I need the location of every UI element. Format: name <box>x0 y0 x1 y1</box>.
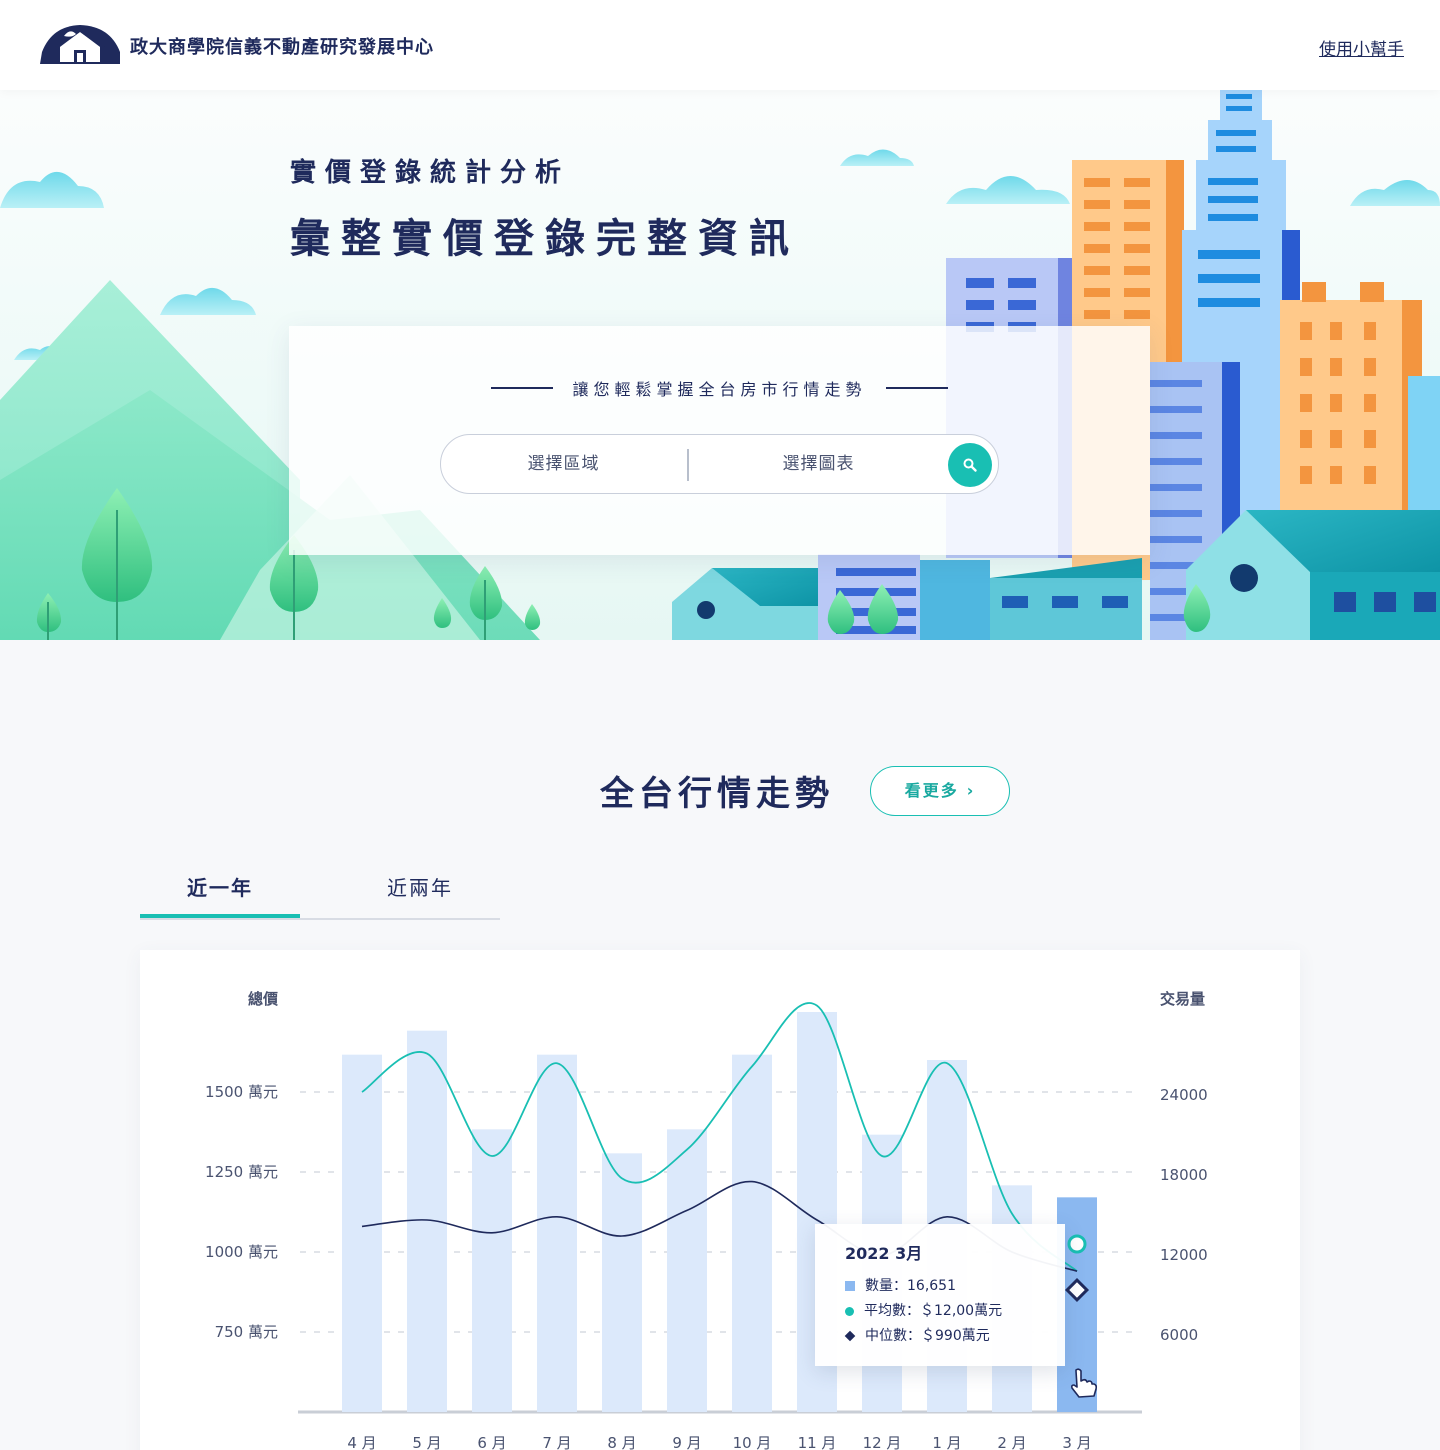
help-link[interactable]: 使用小幫手 <box>1319 35 1404 60</box>
left-tick-label: 1250 萬元 <box>205 1163 278 1181</box>
x-tick-label: 7 月 <box>542 1434 571 1450</box>
x-tick-label: 9 月 <box>672 1434 701 1450</box>
bar <box>602 1153 642 1412</box>
x-tick-label: 5 月 <box>412 1434 441 1450</box>
x-tick-label: 6 月 <box>477 1434 506 1450</box>
right-tick-label: 6000 <box>1160 1326 1198 1344</box>
search-bar: 選擇區域 選擇圖表 <box>440 434 999 494</box>
period-tabs: 近一年 近兩年 <box>140 860 500 920</box>
search-divider <box>687 449 689 481</box>
square-marker-icon <box>845 1281 855 1291</box>
tooltip-row-average: 平均數：＄12,00萬元 <box>845 1300 1002 1320</box>
right-tick-label: 12000 <box>1160 1246 1208 1264</box>
tab-past-year[interactable]: 近一年 <box>140 860 300 918</box>
tab-past-two-years[interactable]: 近兩年 <box>340 860 500 918</box>
x-tick-label: 11 月 <box>798 1434 837 1450</box>
tagline-row: 讓您輕鬆掌握全台房市行情走勢 <box>289 376 1150 400</box>
bar <box>472 1129 512 1412</box>
tagline-divider-left <box>491 387 554 389</box>
x-tick-label: 3 月 <box>1062 1434 1091 1450</box>
bar <box>732 1054 772 1412</box>
tooltip-row-median: 中位數：＄990萬元 <box>844 1325 990 1345</box>
hero-banner: 實價登錄統計分析 彙整實價登錄完整資訊 讓您輕鬆掌握全台房市行情走勢 選擇區域 … <box>0 90 1440 640</box>
tooltip-median-label: 中位數：＄990萬元 <box>865 1328 990 1344</box>
x-tick-label: 4 月 <box>347 1434 376 1450</box>
search-button[interactable] <box>948 443 992 487</box>
chart-select[interactable]: 選擇圖表 <box>691 435 946 493</box>
left-tick-label: 750 萬元 <box>215 1323 278 1341</box>
trend-chart: 總價 交易量 1500 萬元 24000 1250 萬元 18000 1000 萬元 1200… <box>205 990 1208 1450</box>
hero-title: 彙整實價登錄完整資訊 <box>290 216 800 262</box>
logo-icon[interactable] <box>40 22 120 66</box>
region-select[interactable]: 選擇區域 <box>441 435 686 493</box>
chevron-right-icon: › <box>966 781 976 800</box>
chart-card: 總價 交易量 1500 萬元 24000 1250 萬元 18000 1000 萬元 1200… <box>140 950 1300 1450</box>
tooltip-average-label: 平均數：＄12,00萬元 <box>864 1303 1003 1319</box>
right-tick-label: 24000 <box>1160 1086 1208 1104</box>
tagline-divider-right <box>885 387 948 389</box>
hand-cursor-icon <box>1070 1368 1098 1398</box>
section-title: 全台行情走勢 <box>600 774 834 814</box>
org-name: 政大商學院信義不動產研究發展中心 <box>130 37 434 58</box>
bar <box>342 1054 382 1412</box>
site-header: 政大商學院信義不動產研究發展中心 使用小幫手 <box>0 0 1440 90</box>
tagline: 讓您輕鬆掌握全台房市行情走勢 <box>572 380 867 399</box>
x-tick-label: 1 月 <box>932 1434 961 1450</box>
tooltip-row-count: 數量：16,651 <box>845 1275 956 1295</box>
average-point <box>1067 1234 1087 1254</box>
bar <box>667 1129 707 1412</box>
circle-marker-icon <box>845 1307 854 1316</box>
x-tick-label: 8 月 <box>607 1434 636 1450</box>
chart-tooltip: 2022 3月 數量：16,651 平均數：＄12,00萬元 中位數：＄990萬… <box>815 1224 1065 1366</box>
search-icon <box>963 458 977 472</box>
see-more-label: 看更多 <box>904 781 959 800</box>
x-tick-label: 2 月 <box>997 1434 1026 1450</box>
right-axis-title: 交易量 <box>1160 990 1205 1008</box>
search-card: 讓您輕鬆掌握全台房市行情走勢 選擇區域 選擇圖表 <box>289 326 1150 555</box>
hero-subtitle: 實價登錄統計分析 <box>290 158 571 188</box>
left-tick-label: 1000 萬元 <box>205 1243 278 1261</box>
right-tick-label: 18000 <box>1160 1166 1208 1184</box>
bar <box>537 1054 577 1412</box>
diamond-marker-icon <box>844 1330 856 1342</box>
left-tick-label: 1500 萬元 <box>205 1083 278 1101</box>
x-tick-label: 10 月 <box>733 1434 772 1450</box>
see-more-button[interactable]: 看更多 › <box>870 766 1010 816</box>
x-tick-label: 12 月 <box>863 1434 902 1450</box>
tooltip-title: 2022 3月 <box>845 1244 923 1263</box>
left-axis-title: 總價 <box>248 990 279 1008</box>
tooltip-count-label: 數量：16,651 <box>865 1278 956 1294</box>
